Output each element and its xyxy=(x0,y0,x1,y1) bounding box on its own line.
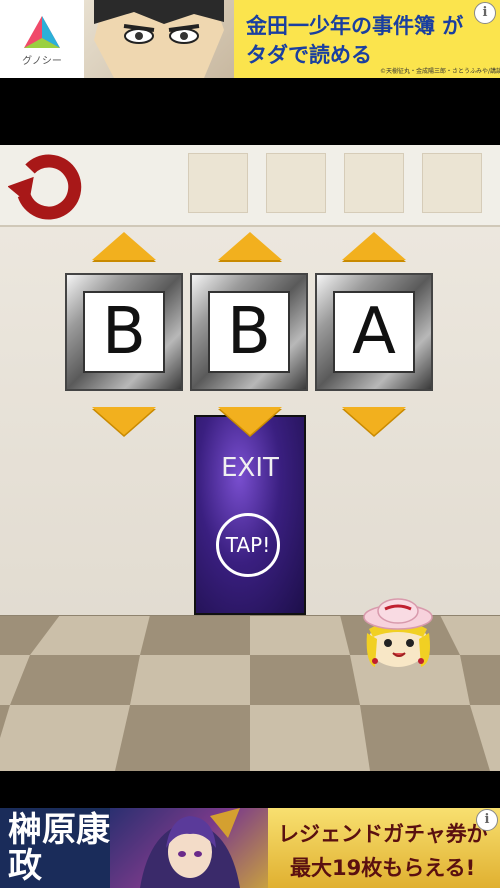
top-ad-banner[interactable]: グノシー 金田一少年の事件簿 が タダで読める ©天樹征丸・金成陽三郎・さとうふ… xyxy=(0,0,500,78)
game-screen: B B A EXIT TAP! xyxy=(0,145,500,771)
bottom-ad-banner[interactable]: 榊原康政 レジェンドガチャ券が 最大19枚もらえる! i xyxy=(0,808,500,888)
exit-label: EXIT xyxy=(221,453,279,483)
ad-headline-2: タダで読める xyxy=(246,43,372,67)
letter-3: A xyxy=(333,291,415,373)
yukkuri-character-icon[interactable] xyxy=(355,593,441,673)
letter-1-down-arrow[interactable] xyxy=(92,407,156,435)
letter-1: B xyxy=(83,291,165,373)
letter-2: B xyxy=(208,291,290,373)
inventory-slot-1[interactable] xyxy=(188,153,248,213)
gunosy-logo-icon xyxy=(24,16,60,48)
exit-door[interactable]: EXIT TAP! xyxy=(194,415,306,615)
ad-promo-line-2: 最大19枚もらえる! xyxy=(290,856,476,880)
letter-2-down-arrow[interactable] xyxy=(218,407,282,435)
letter-tile-1: B xyxy=(65,273,183,391)
letter-tile-2: B xyxy=(190,273,308,391)
gunosy-logo: グノシー xyxy=(0,0,84,78)
letter-1-up-arrow[interactable] xyxy=(92,232,156,260)
letter-3-up-arrow[interactable] xyxy=(342,232,406,260)
ad-info-icon[interactable]: i xyxy=(476,809,498,831)
manga-artwork xyxy=(84,0,234,78)
ad-info-icon[interactable]: i xyxy=(474,2,496,24)
undo-circle-arrow-icon[interactable] xyxy=(8,151,88,221)
tap-button[interactable]: TAP! xyxy=(216,513,280,577)
letter-2-up-arrow[interactable] xyxy=(218,232,282,260)
logo-label: グノシー xyxy=(22,56,62,67)
letter-3-down-arrow[interactable] xyxy=(342,407,406,435)
inventory-slot-4[interactable] xyxy=(422,153,482,213)
ad-character-artwork xyxy=(110,808,268,888)
ad-copyright: ©天樹征丸・金成陽三郎・さとうふみや/講談社 xyxy=(380,68,500,75)
inventory-slot-2[interactable] xyxy=(266,153,326,213)
letter-tile-3: A xyxy=(315,273,433,391)
game-top-bar xyxy=(0,145,500,227)
ad-headline-1: 金田一少年の事件簿 が xyxy=(246,14,464,38)
ad-character-name: 榊原康政 xyxy=(8,810,110,886)
inventory-slot-3[interactable] xyxy=(344,153,404,213)
ad-promo-line-1: レジェンドガチャ券が xyxy=(278,822,488,846)
